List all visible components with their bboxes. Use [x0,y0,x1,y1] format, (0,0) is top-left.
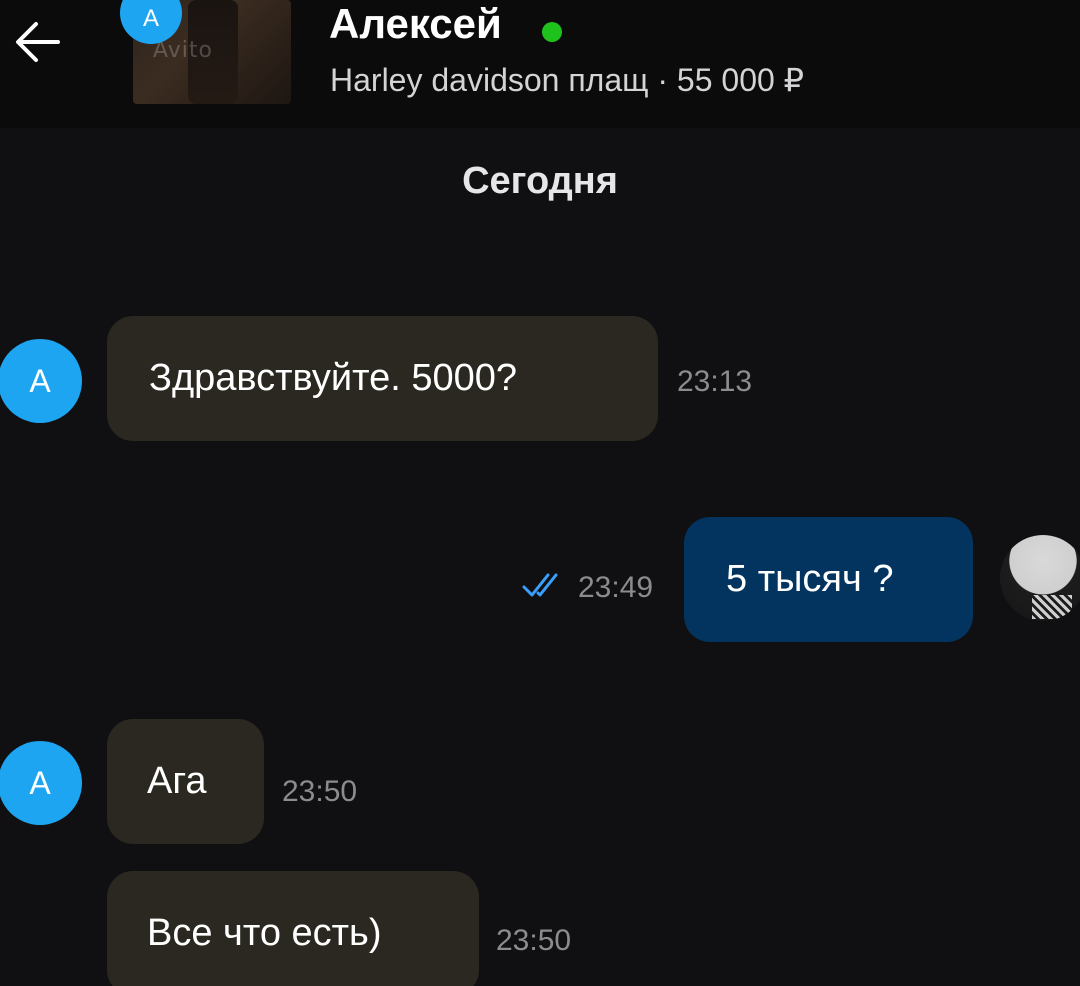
message-time: 23:50 [496,924,572,957]
message-text: Все что есть) [147,912,382,954]
message-text: 5 тысяч ? [726,558,894,600]
back-button[interactable] [8,12,68,72]
read-ticks-icon [522,573,558,597]
my-avatar[interactable] [1000,535,1080,621]
avatar-photo-detail [1032,595,1072,619]
message-time: 23:49 [578,571,654,604]
date-divider: Сегодня [462,160,618,202]
message-bubble-incoming[interactable]: Все что есть) [107,871,479,986]
contact-name[interactable]: Алексей [329,0,502,48]
message-bubble-outgoing[interactable]: 5 тысяч ? [684,517,973,642]
message-time: 23:50 [282,775,358,808]
online-status-dot [542,22,562,42]
sender-avatar[interactable]: A [0,339,82,423]
message-time: 23:13 [677,365,753,398]
chat-header: Avito A Алексей Harley davidson плащ · 5… [0,0,1080,128]
message-text: Ага [147,760,207,802]
message-bubble-incoming[interactable]: Здравствуйте. 5000? [107,316,658,441]
message-text: Здравствуйте. 5000? [149,357,518,399]
chat-screen: Avito A Алексей Harley davidson плащ · 5… [0,0,1080,986]
sender-avatar[interactable]: A [0,741,82,825]
message-bubble-incoming[interactable]: Ага [107,719,264,844]
arrow-left-icon [16,22,60,62]
listing-title[interactable]: Harley davidson плащ · 55 000 ₽ [330,60,804,100]
